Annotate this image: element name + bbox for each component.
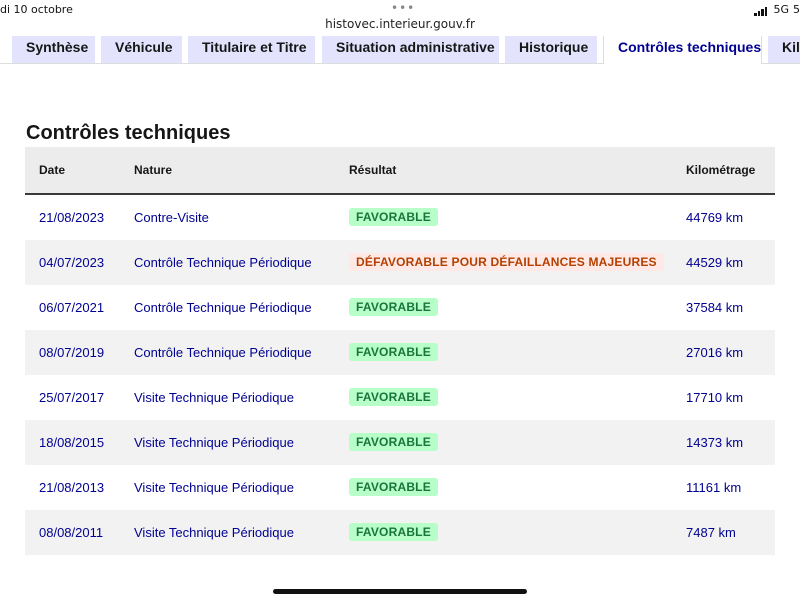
row-date: 21/08/2013 xyxy=(39,480,105,495)
result-badge: FAVORABLE xyxy=(349,208,438,226)
table-row: 25/07/2017 Visite Technique Périodique F… xyxy=(25,375,775,420)
result-badge: DÉFAVORABLE POUR DÉFAILLANCES MAJEURES xyxy=(349,253,664,271)
tab-historique[interactable]: Historique xyxy=(505,36,597,63)
row-nature: Visite Technique Périodique xyxy=(134,480,294,495)
address-url[interactable]: histovec.interieur.gouv.fr xyxy=(0,17,800,31)
tab-situation-administrative[interactable]: Situation administrative xyxy=(322,36,499,63)
row-kilometrage: 27016 km xyxy=(686,345,744,360)
result-badge: FAVORABLE xyxy=(349,433,438,451)
column-header-nature: Nature xyxy=(134,163,173,177)
row-date: 18/08/2015 xyxy=(39,435,105,450)
row-nature: Contrôle Technique Périodique xyxy=(134,300,312,315)
column-header-resultat: Résultat xyxy=(349,163,397,177)
row-nature: Contrôle Technique Périodique xyxy=(134,345,312,360)
row-kilometrage: 17710 km xyxy=(686,390,744,405)
tab-vehicule[interactable]: Véhicule xyxy=(101,36,182,63)
row-nature: Visite Technique Périodique xyxy=(134,435,294,450)
tab-kilometrage[interactable]: Kilo xyxy=(768,36,800,63)
status-indicators: 5G 5 xyxy=(754,3,800,16)
table-row: 21/08/2013 Visite Technique Périodique F… xyxy=(25,465,775,510)
battery-label: 5 xyxy=(793,3,800,16)
row-kilometrage: 7487 km xyxy=(686,525,736,540)
more-dots-icon[interactable]: ••• xyxy=(391,1,415,15)
controles-table: Date Nature Résultat Kilométrage 21/08/2… xyxy=(25,147,775,555)
tab-synthese[interactable]: Synthèse xyxy=(12,36,95,63)
network-label: 5G xyxy=(773,3,789,16)
row-kilometrage: 44529 km xyxy=(686,255,744,270)
result-badge: FAVORABLE xyxy=(349,298,438,316)
row-nature: Visite Technique Périodique xyxy=(134,390,294,405)
column-header-date: Date xyxy=(39,163,66,177)
row-nature: Contrôle Technique Périodique xyxy=(134,255,312,270)
row-kilometrage: 11161 km xyxy=(686,480,742,495)
status-bar: udi 10 octobre ••• histovec.interieur.go… xyxy=(0,0,800,36)
page-title: Contrôles techniques xyxy=(26,122,231,144)
table-row: 04/07/2023 Contrôle Technique Périodique… xyxy=(25,240,775,285)
row-date: 25/07/2017 xyxy=(39,390,105,405)
row-kilometrage: 14373 km xyxy=(686,435,744,450)
result-badge: FAVORABLE xyxy=(349,523,438,541)
table-row: 18/08/2015 Visite Technique Périodique F… xyxy=(25,420,775,465)
row-nature: Visite Technique Périodique xyxy=(134,525,294,540)
tab-bar: Synthèse Véhicule Titulaire et Titre Sit… xyxy=(0,36,800,64)
table-row: 08/07/2019 Contrôle Technique Périodique… xyxy=(25,330,775,375)
row-date: 08/08/2011 xyxy=(39,525,104,540)
table-row: 21/08/2023 Contre-Visite FAVORABLE 44769… xyxy=(25,195,775,240)
row-kilometrage: 37584 km xyxy=(686,300,744,315)
signal-icon xyxy=(754,7,768,16)
result-badge: FAVORABLE xyxy=(349,388,438,406)
table-row: 06/07/2021 Contrôle Technique Périodique… xyxy=(25,285,775,330)
row-kilometrage: 44769 km xyxy=(686,210,744,225)
row-date: 06/07/2021 xyxy=(39,300,105,315)
result-badge: FAVORABLE xyxy=(349,478,438,496)
column-header-kilometrage: Kilométrage xyxy=(686,163,756,177)
table-body: 21/08/2023 Contre-Visite FAVORABLE 44769… xyxy=(25,195,775,555)
table-header: Date Nature Résultat Kilométrage xyxy=(25,147,775,195)
main-content: Contrôles techniques Date Nature Résulta… xyxy=(0,64,800,600)
table-row: 08/08/2011 Visite Technique Périodique F… xyxy=(25,510,775,555)
row-date: 21/08/2023 xyxy=(39,210,105,225)
row-date: 08/07/2019 xyxy=(39,345,105,360)
row-date: 04/07/2023 xyxy=(39,255,105,270)
home-indicator[interactable] xyxy=(273,589,527,594)
status-time: udi 10 octobre xyxy=(0,3,73,16)
tab-controles-techniques[interactable]: Contrôles techniques xyxy=(603,36,762,64)
result-badge: FAVORABLE xyxy=(349,343,438,361)
row-nature: Contre-Visite xyxy=(134,210,209,225)
tab-titulaire-et-titre[interactable]: Titulaire et Titre xyxy=(188,36,315,63)
